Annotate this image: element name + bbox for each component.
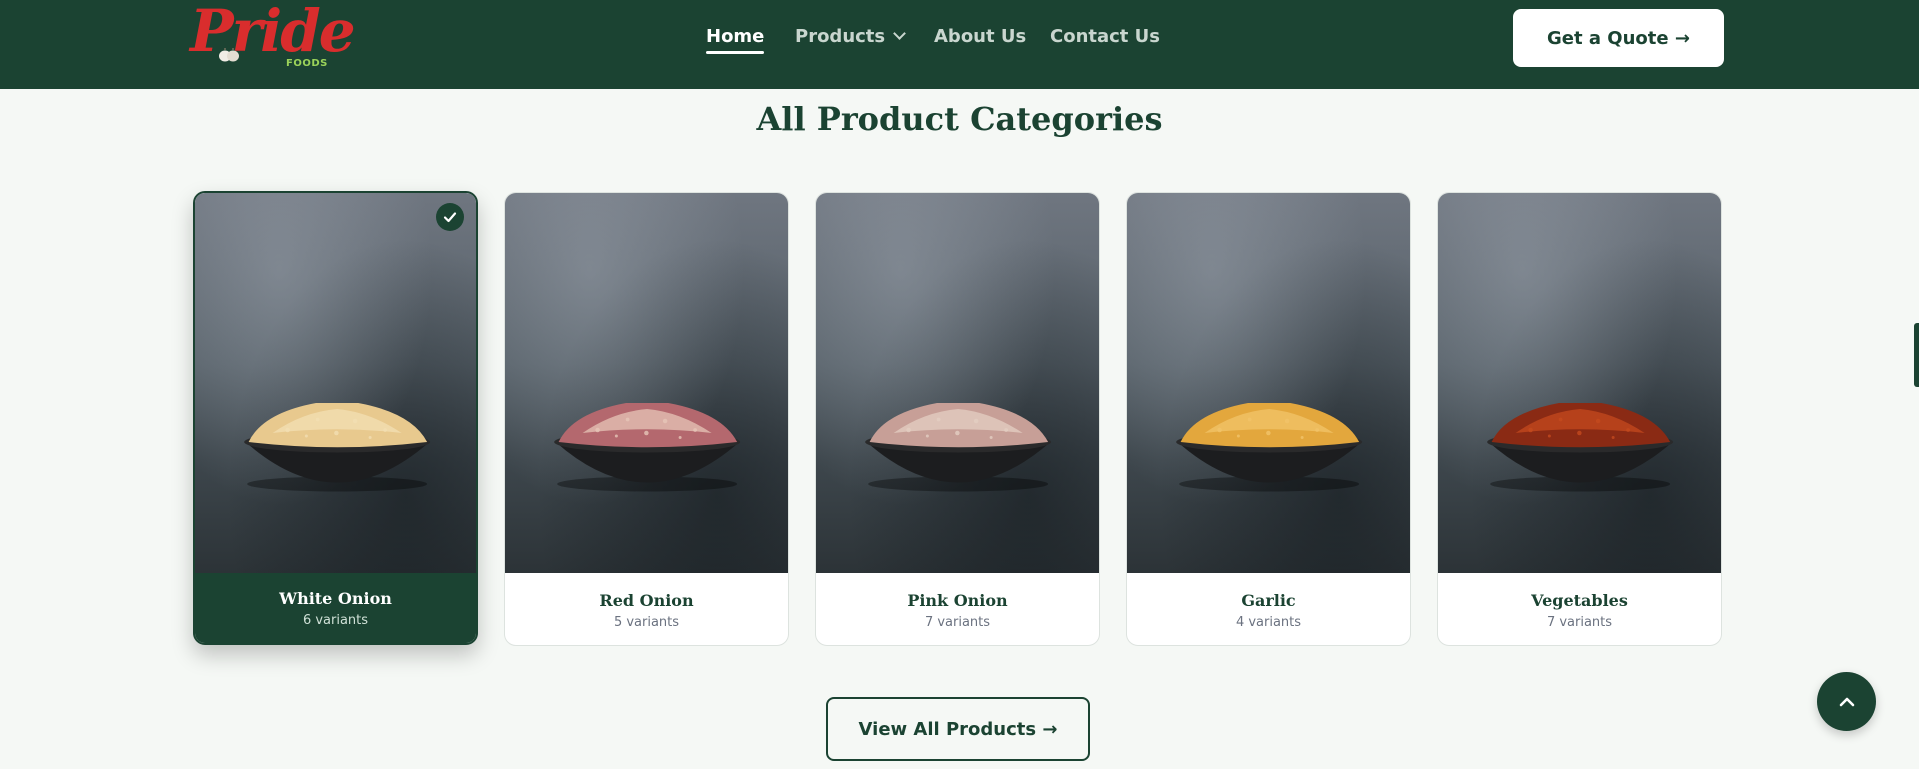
garlic-logo-icon [219, 48, 239, 62]
category-name: Pink Onion [907, 591, 1008, 610]
product-bowl-image [244, 403, 431, 492]
nav-about-us[interactable]: About Us [934, 26, 1026, 47]
selected-badge [436, 203, 464, 231]
logo-wordmark: Pride [190, 0, 356, 65]
scroll-to-top-button[interactable] [1817, 672, 1876, 731]
nav-home[interactable]: Home [706, 26, 765, 54]
category-info: White Onion 6 variants [195, 573, 476, 643]
logo-subtitle: FOODS [286, 58, 328, 69]
category-name: Red Onion [599, 591, 694, 610]
category-variant-count: 7 variants [924, 615, 991, 630]
category-card[interactable]: Vegetables 7 variants [1437, 192, 1722, 646]
chevron-up-icon [1839, 697, 1854, 706]
get-a-quote-button[interactable]: Get a Quote → [1513, 9, 1724, 67]
site-header: Pride FOODS Home Products About Us Conta… [0, 0, 1919, 89]
category-name: White Onion [279, 589, 392, 608]
category-photo [505, 193, 788, 573]
chevron-down-icon [893, 27, 906, 40]
category-info: Vegetables 7 variants [1438, 573, 1721, 645]
nav-products-label: Products [795, 26, 886, 47]
category-name: Garlic [1241, 591, 1296, 610]
category-photo [816, 193, 1099, 573]
category-variant-count: 5 variants [613, 615, 680, 630]
category-card[interactable]: Pink Onion 7 variants [815, 192, 1100, 646]
section-title: All Product Categories [756, 100, 1163, 138]
category-photo [1438, 193, 1721, 573]
category-name: Vegetables [1531, 591, 1628, 610]
nav-contact-us[interactable]: Contact Us [1050, 26, 1160, 47]
category-info: Pink Onion 7 variants [816, 573, 1099, 645]
check-icon [443, 212, 457, 223]
pride-foods-logo[interactable]: Pride FOODS [190, 2, 356, 72]
side-feedback-tab[interactable] [1914, 323, 1919, 387]
product-bowl-image [865, 403, 1052, 492]
product-bowl-image [1176, 403, 1363, 492]
product-bowl-image [1487, 403, 1674, 492]
category-variant-count: 7 variants [1546, 615, 1613, 630]
nav-products[interactable]: Products [795, 26, 906, 47]
category-info: Garlic 4 variants [1127, 573, 1410, 645]
category-photo [1127, 193, 1410, 573]
category-photo [195, 193, 476, 573]
product-bowl-image [554, 403, 741, 492]
category-info: Red Onion 5 variants [505, 573, 788, 645]
category-variant-count: 4 variants [1235, 615, 1302, 630]
category-card[interactable]: Garlic 4 variants [1126, 192, 1411, 646]
view-all-products-button[interactable]: View All Products → [826, 697, 1090, 761]
category-card[interactable]: Red Onion 5 variants [504, 192, 789, 646]
category-card[interactable]: White Onion 6 variants [193, 191, 478, 645]
category-variant-count: 6 variants [302, 613, 369, 628]
